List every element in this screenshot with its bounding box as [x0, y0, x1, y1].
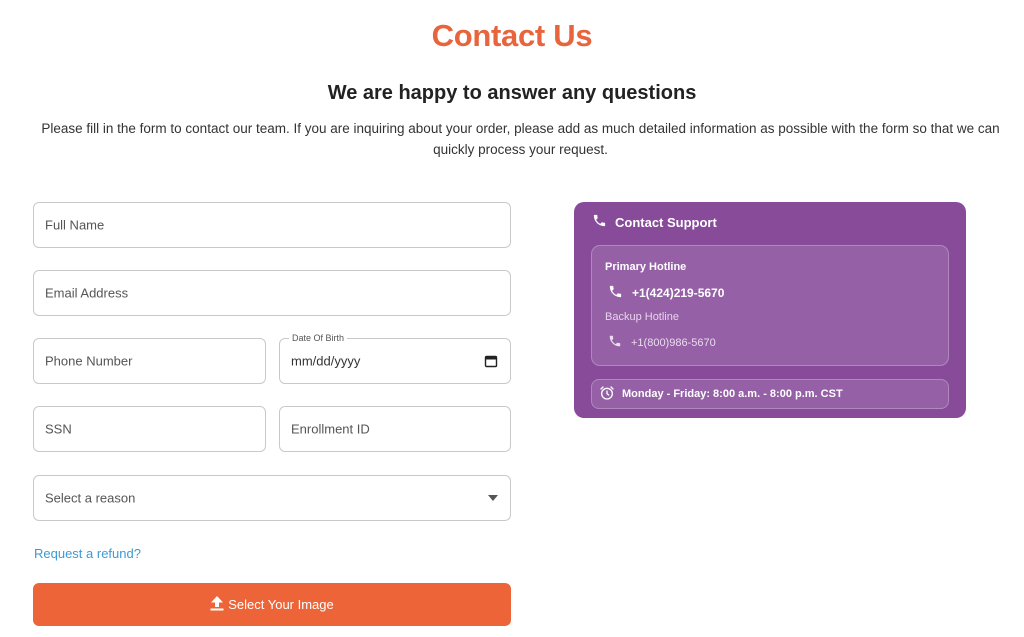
- reason-selected-value: Select a reason: [45, 490, 136, 506]
- backup-hotline-number: +1(800)986-5670: [631, 336, 716, 349]
- page-title: Contact Us: [431, 18, 593, 53]
- phone-icon: [608, 284, 632, 302]
- enrollment-id-placeholder: Enrollment ID: [291, 421, 370, 437]
- select-image-label: Select Your Image: [228, 597, 334, 612]
- reason-select[interactable]: Select a reason: [33, 475, 511, 521]
- ssn-field[interactable]: SSN: [33, 406, 266, 452]
- page-subtitle: We are happy to answer any questions: [327, 82, 697, 104]
- calendar-icon[interactable]: [484, 354, 498, 368]
- phone-icon: [608, 334, 631, 351]
- phone-icon: [592, 213, 615, 231]
- chevron-down-icon: [488, 495, 498, 501]
- email-field[interactable]: Email Address: [33, 270, 511, 316]
- primary-hotline-label: Primary Hotline: [605, 261, 687, 273]
- select-image-button[interactable]: Select Your Image: [33, 583, 511, 626]
- date-of-birth-placeholder: mm/dd/yyyy: [291, 353, 361, 369]
- backup-hotline-row[interactable]: +1(800)986-5670: [608, 334, 716, 351]
- phone-field[interactable]: Phone Number: [33, 338, 266, 384]
- intro-text: Please fill in the form to contact our t…: [41, 121, 1000, 157]
- request-refund-link[interactable]: Request a refund?: [34, 546, 141, 561]
- hotlines-box: Primary Hotline +1(424)219-5670 Backup H…: [591, 245, 949, 366]
- full-name-placeholder: Full Name: [45, 217, 105, 233]
- alarm-clock-icon: [599, 385, 622, 404]
- date-of-birth-label: Date Of Birth: [289, 332, 348, 344]
- ssn-placeholder: SSN: [45, 421, 72, 437]
- contact-support-heading: Contact Support: [615, 214, 717, 230]
- business-hours: Monday - Friday: 8:00 a.m. - 8:00 p.m. C…: [591, 379, 949, 409]
- upload-icon: [210, 595, 228, 614]
- primary-hotline-number: +1(424)219-5670: [632, 286, 725, 300]
- contact-support-heading-row: Contact Support: [592, 213, 717, 231]
- enrollment-id-field[interactable]: Enrollment ID: [279, 406, 511, 452]
- business-hours-text: Monday - Friday: 8:00 a.m. - 8:00 p.m. C…: [622, 388, 843, 400]
- date-of-birth-field[interactable]: Date Of Birth mm/dd/yyyy: [279, 332, 511, 384]
- email-placeholder: Email Address: [45, 285, 129, 301]
- phone-placeholder: Phone Number: [45, 353, 133, 369]
- primary-hotline-row[interactable]: +1(424)219-5670: [608, 284, 724, 302]
- contact-support-card: Contact Support Primary Hotline +1(424)2…: [574, 202, 966, 418]
- backup-hotline-label: Backup Hotline: [605, 311, 679, 323]
- full-name-field[interactable]: Full Name: [33, 202, 511, 248]
